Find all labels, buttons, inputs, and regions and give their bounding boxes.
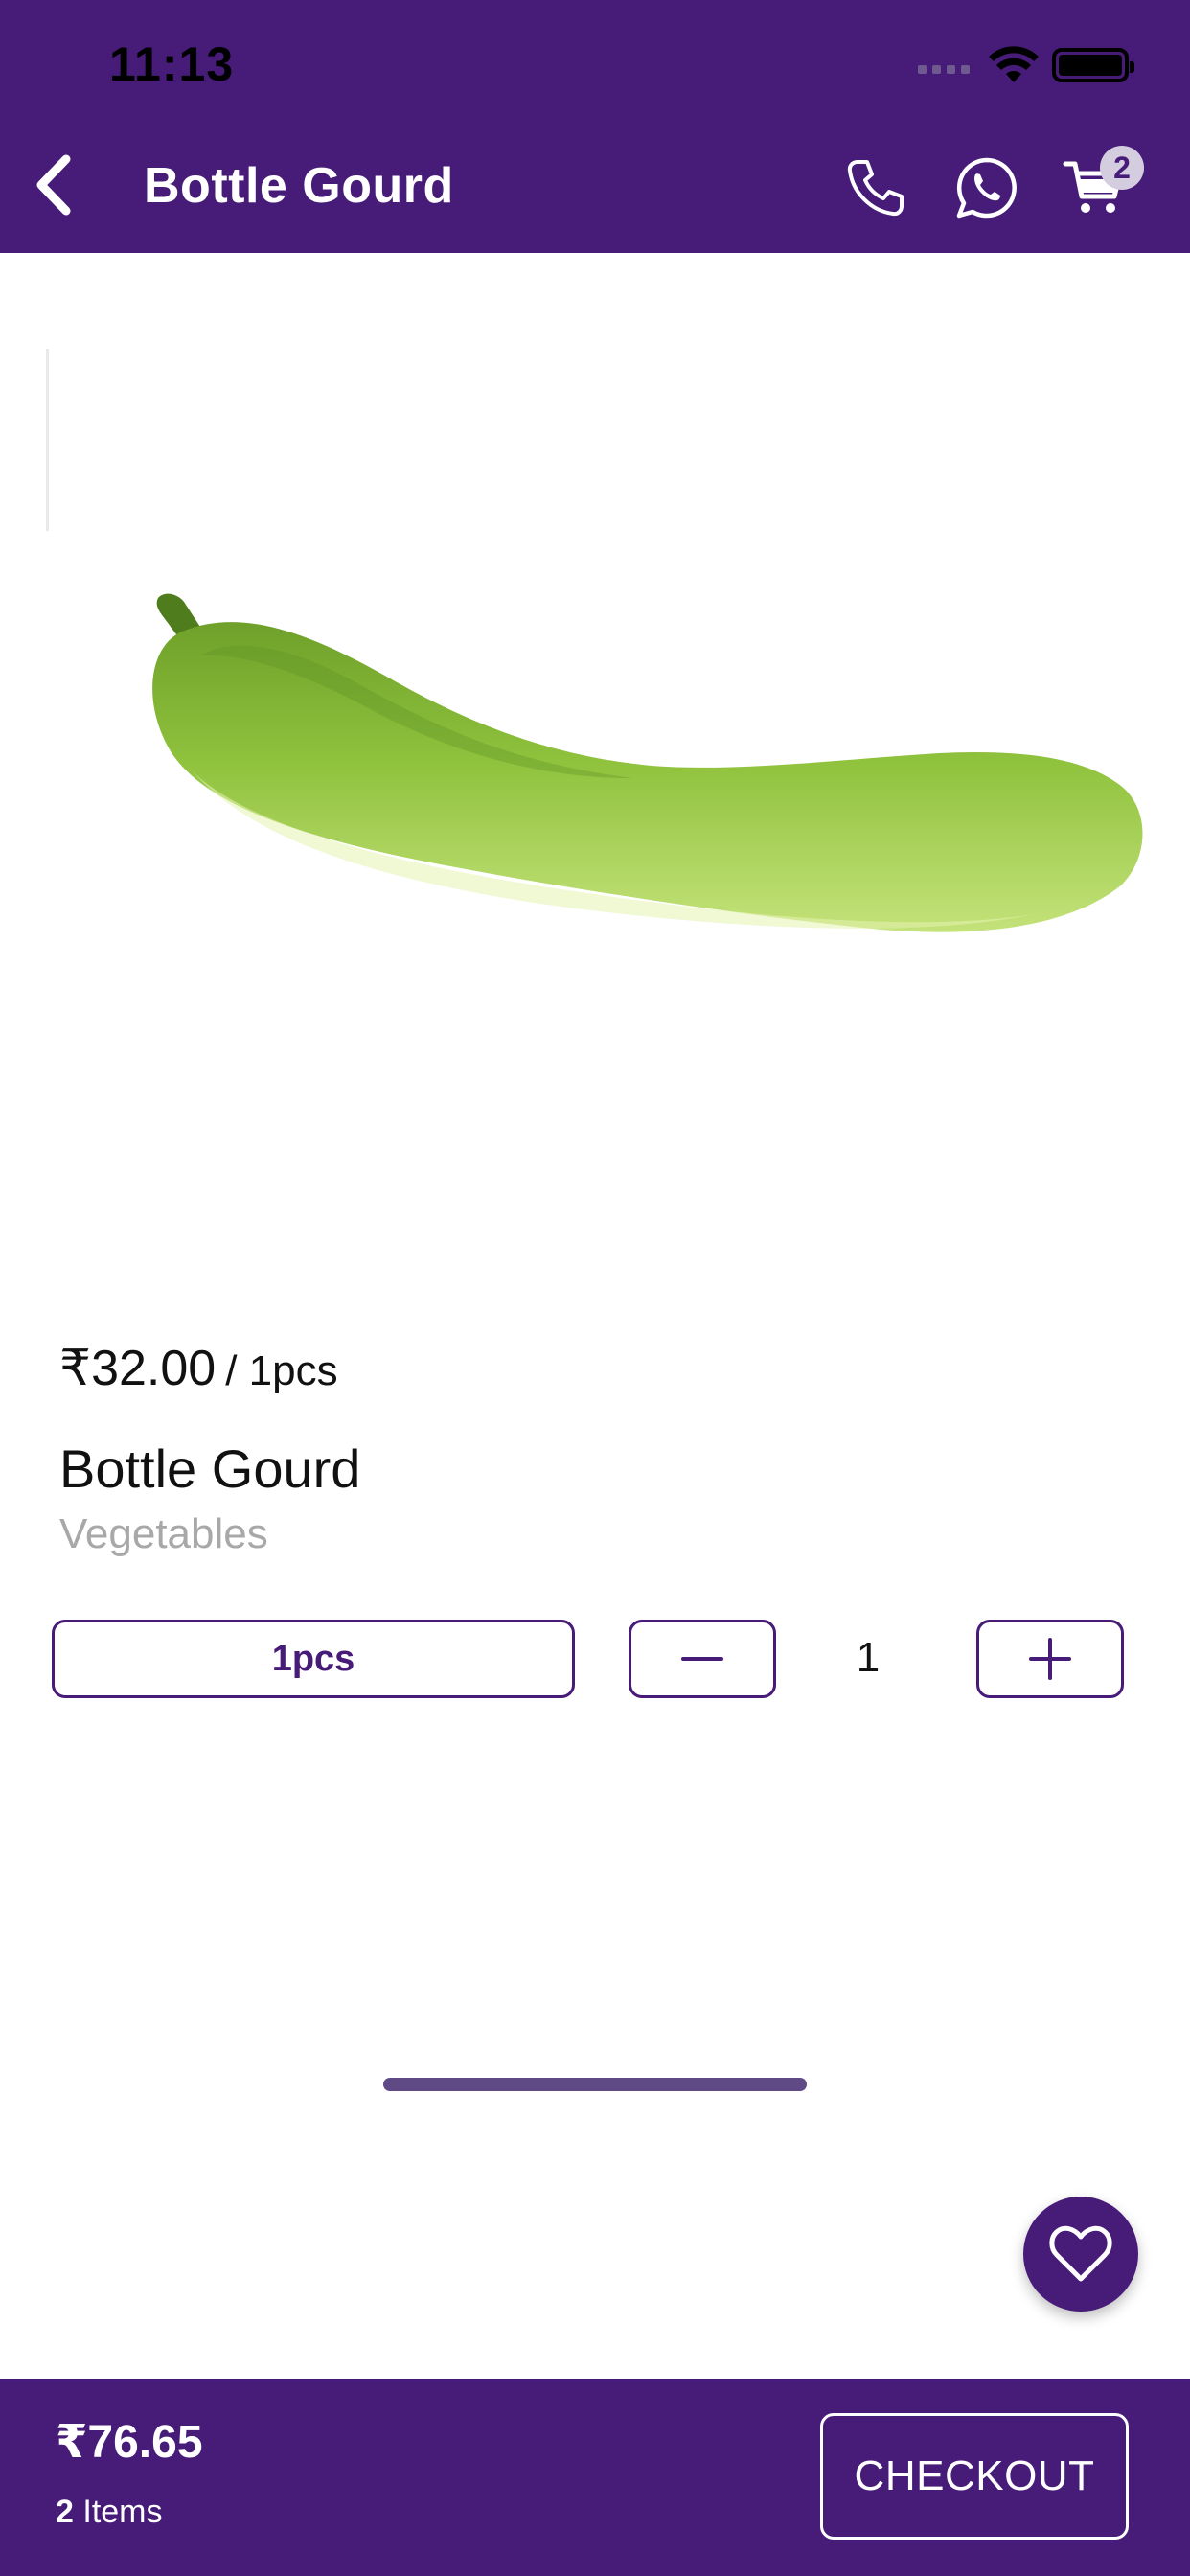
whatsapp-button[interactable] bbox=[952, 153, 1021, 222]
cart-item-count: 2 Items bbox=[56, 2494, 163, 2531]
increase-quantity-button[interactable] bbox=[976, 1620, 1124, 1698]
whatsapp-icon bbox=[956, 157, 1017, 218]
product-category: Vegetables bbox=[59, 1510, 268, 1557]
status-time: 11:13 bbox=[109, 37, 235, 91]
heart-icon bbox=[1049, 2225, 1112, 2282]
wifi-icon bbox=[989, 46, 1039, 82]
cart-count-badge: 2 bbox=[1100, 146, 1144, 190]
cellular-signal-icon bbox=[918, 59, 972, 79]
nav-bar: Bottle Gourd bbox=[0, 128, 1190, 253]
carousel-edge bbox=[46, 349, 49, 531]
back-arrow-icon bbox=[36, 154, 71, 216]
page-title: Bottle Gourd bbox=[144, 158, 454, 214]
cart-item-number: 2 bbox=[56, 2494, 74, 2530]
variant-select[interactable]: 1pcs bbox=[52, 1620, 575, 1698]
favorite-button[interactable] bbox=[1023, 2196, 1138, 2312]
cart-summary-footer: ₹76.65 2 Items CHECKOUT bbox=[0, 2379, 1190, 2576]
price-row: ₹32.00 / 1pcs bbox=[59, 1340, 338, 1397]
battery-icon bbox=[1052, 48, 1134, 82]
decrease-quantity-button[interactable] bbox=[629, 1620, 776, 1698]
home-indicator bbox=[383, 2078, 807, 2091]
call-button[interactable] bbox=[841, 153, 910, 222]
app-header: 11:13 Bottle Gourd 2 bbox=[0, 0, 1190, 253]
product-unit: / 1pcs bbox=[225, 1347, 338, 1394]
minus-icon bbox=[681, 1657, 723, 1661]
cart-items-label: Items bbox=[82, 2494, 163, 2530]
back-button[interactable] bbox=[19, 151, 86, 218]
product-name: Bottle Gourd bbox=[59, 1438, 361, 1499]
quantity-value: 1 bbox=[856, 1634, 881, 1681]
status-bar: 11:13 bbox=[0, 0, 1190, 128]
checkout-button[interactable]: CHECKOUT bbox=[820, 2413, 1129, 2540]
product-image-carousel[interactable] bbox=[0, 253, 1190, 1298]
plus-icon bbox=[1029, 1638, 1071, 1680]
product-price: ₹32.00 bbox=[59, 1341, 217, 1396]
phone-icon bbox=[847, 160, 904, 217]
product-image bbox=[152, 593, 1143, 932]
cart-total: ₹76.65 bbox=[56, 2417, 203, 2468]
